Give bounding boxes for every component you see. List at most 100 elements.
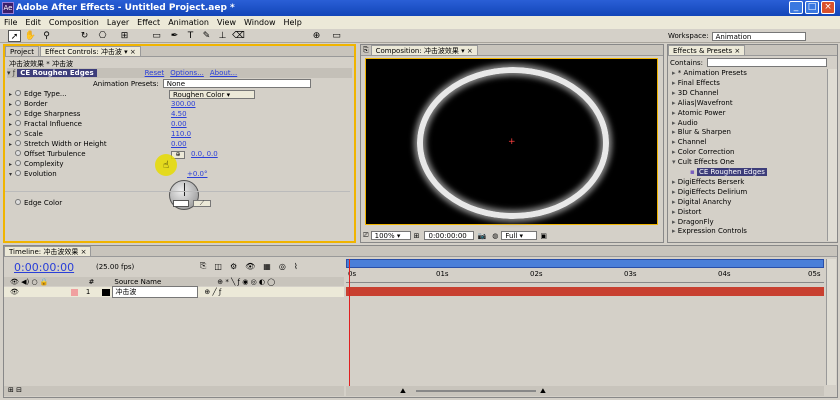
fractal-influence-value[interactable]: 0.00 [171,120,187,130]
workspace-selector[interactable]: Workspace: Animation [668,30,806,42]
layer-row[interactable]: 👁 1 冲击波 ⊕ ╱ ƒ [4,286,344,298]
effects-tree-item[interactable]: ▪ CE Roughen Edges [690,168,767,178]
safe-zones-icon[interactable]: ⊞ [414,232,420,240]
snapshot-icon[interactable]: 📷 [477,232,486,240]
selection-tool-icon[interactable]: ➚ [8,30,21,42]
options-link[interactable]: Options... [170,69,204,77]
effects-tree-item[interactable]: ▸ * Animation Presets [672,69,747,79]
menu-view[interactable]: View [217,18,236,27]
timeline-timecode[interactable]: 0:00:00:00 [14,261,74,274]
layer-switches-icon[interactable]: ⊕ ╱ ƒ [204,288,221,296]
close-button[interactable]: × [821,1,835,14]
effects-tree-item[interactable]: ▸ DigiEffects Berserk [672,178,744,188]
tab-effects-presets[interactable]: Effects & Presets × [668,45,746,55]
effects-tree-item[interactable]: ▸ Blur & Sharpen [672,128,731,138]
always-preview-icon[interactable]: ⎚ [363,231,369,240]
evolution-value[interactable]: +0.0° [187,170,208,180]
effects-tree-item[interactable]: ▸ Atomic Power [672,109,725,119]
work-area-bar[interactable] [346,259,824,268]
stopwatch-icon[interactable] [15,140,21,146]
effects-tree-item[interactable]: ▸ Alias|Wavefront [672,99,733,109]
layer-duration-bar[interactable] [346,287,824,296]
edge-sharpness-value[interactable]: 4.50 [171,110,187,120]
motion-blur-icon[interactable]: ◎ [279,262,286,271]
effects-tree-item[interactable]: ▸ Expression Controls [672,227,747,237]
menu-composition[interactable]: Composition [49,18,99,27]
layer-visibility-icon[interactable]: 👁 [10,288,19,296]
minimize-button[interactable]: _ [789,1,803,14]
timeline-zoom-slider[interactable]: ⛰ ⛰ [346,386,824,396]
eyedropper-icon[interactable]: ⟋ [193,200,211,207]
menu-help[interactable]: Help [284,18,302,27]
timecode-field[interactable]: 0:00:00:00 [424,231,475,240]
menu-window[interactable]: Window [244,18,276,27]
maximize-button[interactable]: □ [805,1,819,14]
reset-link[interactable]: Reset [145,69,165,77]
stopwatch-icon[interactable] [15,100,21,106]
clone-tool-icon[interactable]: ⊥ [216,30,229,42]
eraser-tool-icon[interactable]: ⌫ [232,30,245,42]
border-value[interactable]: 300.00 [171,100,196,110]
pen-tool-icon[interactable]: ✒ [168,30,181,42]
stretch-value[interactable]: 0.00 [171,140,187,150]
channel-icon[interactable]: ◍ [492,232,498,240]
region-of-interest-icon[interactable]: ▣ [540,232,547,240]
effects-tree-item[interactable]: ▸ DigiEffects Delirium [672,188,747,198]
effects-tree-item[interactable]: ▸ Color Correction [672,148,734,158]
animation-presets-dropdown[interactable]: None [162,79,311,88]
offset-turbulence-value[interactable]: 0.0, 0.0 [191,150,218,160]
menu-file[interactable]: File [4,18,17,27]
menu-effect[interactable]: Effect [137,18,160,27]
composition-viewer[interactable]: + [365,58,658,225]
fx-toggle-icon[interactable]: ▾ ƒ [7,69,15,77]
edge-color-swatch[interactable] [173,200,189,207]
brush-tool-icon[interactable]: ✎ [200,30,213,42]
text-tool-icon[interactable]: T [184,30,197,42]
effects-tree-item[interactable]: ▸ Audio [672,119,698,129]
menu-layer[interactable]: Layer [107,18,129,27]
tab-project[interactable]: Project [5,46,39,56]
world-axis-icon[interactable]: ▭ [330,30,343,42]
contains-search-input[interactable] [707,58,828,67]
stopwatch-icon[interactable] [15,110,21,116]
expand-panes-icon[interactable]: ⊞ ⊟ [8,386,22,394]
effects-scrollbar[interactable] [827,69,837,241]
effects-tree-item[interactable]: ▸ 3D Channel [672,89,719,99]
axis-mode-icon[interactable]: ⊕ [310,30,323,42]
shy-layers-icon[interactable]: 👁 [245,262,255,271]
rotate-tool-icon[interactable]: ↻ [78,30,91,42]
zoom-out-icon[interactable]: ⛰ [400,387,406,396]
hand-tool-icon[interactable]: ✋ [24,30,37,42]
frame-blending-icon[interactable]: ▦ [263,262,271,271]
graph-editor-icon[interactable]: ⌇ [294,262,298,271]
effects-tree-item[interactable]: ▸ Final Effects [672,79,720,89]
zoom-in-icon[interactable]: ⛰ [540,387,546,396]
stopwatch-icon[interactable] [15,160,21,166]
effects-tree-item[interactable]: ▸ Digital Anarchy [672,198,731,208]
menu-animation[interactable]: Animation [168,18,209,27]
time-ruler[interactable]: 0s 01s 02s 03s 04s 05s [346,269,824,283]
tab-composition[interactable]: Composition: 冲击波效果 ▾ × [370,45,478,55]
current-time-indicator[interactable] [349,259,350,386]
tab-timeline[interactable]: Timeline: 冲击波效果 × [4,246,92,256]
zoom-tool-icon[interactable]: ⚲ [40,30,53,42]
effect-name[interactable]: CE Roughen Edges [17,69,97,77]
layer-label-color[interactable] [70,288,78,296]
stopwatch-icon[interactable] [15,199,21,205]
mask-tool-icon[interactable]: ▭ [150,30,163,42]
tab-effect-controls[interactable]: Effect Controls: 冲击波 ▾ × [39,46,141,56]
resolution-dropdown[interactable]: Full ▾ [501,231,538,240]
effects-tree-item[interactable]: ▸ Channel [672,138,707,148]
pan-behind-tool-icon[interactable]: ⊞ [118,30,131,42]
draft-3d-icon[interactable]: ⚙ [230,262,237,271]
live-update-icon[interactable]: ◫ [214,262,222,271]
edge-type-dropdown[interactable]: Roughen Color ▾ [169,90,255,99]
timeline-scrollbar[interactable] [826,259,836,385]
scale-value[interactable]: 110.0 [171,130,191,140]
effects-tree-item[interactable]: ▸ Distort [672,208,701,218]
stopwatch-icon[interactable] [15,170,21,176]
about-link[interactable]: About... [210,69,237,77]
camera-tool-icon[interactable]: ⎔ [96,30,109,42]
stopwatch-icon[interactable] [15,90,21,96]
zoom-dropdown[interactable]: 100% ▾ [370,231,411,240]
